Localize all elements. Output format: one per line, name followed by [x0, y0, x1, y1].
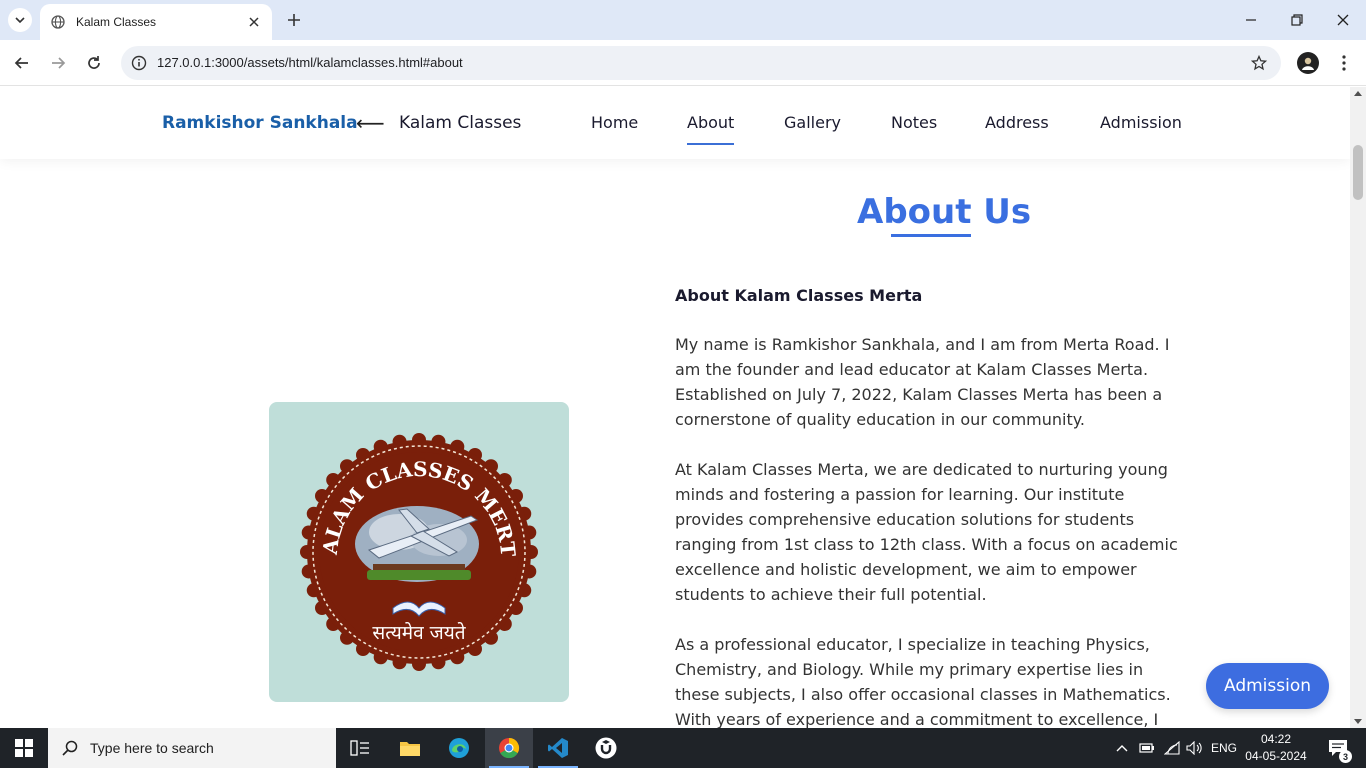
vscode-button[interactable]: [534, 728, 582, 768]
logo-card: KALAM CLASSES MERTA सत्यमेव जयते: [269, 402, 569, 702]
reload-button[interactable]: [82, 51, 106, 75]
url-text: 127.0.0.1:3000/assets/html/kalamclasses.…: [157, 55, 463, 70]
reload-icon: [88, 56, 100, 69]
globe-icon: [50, 14, 66, 30]
battery-icon: [1139, 743, 1154, 753]
task-view-icon: [350, 740, 369, 756]
section-title: About Us: [857, 192, 1032, 232]
close-icon: [1337, 14, 1349, 26]
about-paragraph: My name is Ramkishor Sankhala, and I am …: [675, 335, 1170, 429]
show-hidden-icons[interactable]: [1112, 728, 1132, 768]
plus-icon: [288, 14, 300, 26]
about-paragraph: As a professional educator, I specialize…: [675, 635, 1171, 728]
browser-tab[interactable]: Kalam Classes: [40, 4, 272, 40]
forward-button[interactable]: [46, 51, 70, 75]
scroll-thumb[interactable]: [1353, 145, 1363, 200]
tab-title: Kalam Classes: [76, 15, 157, 29]
browser-menu-button[interactable]: [1334, 51, 1354, 75]
scroll-down-arrow[interactable]: [1354, 719, 1362, 724]
nav-admission[interactable]: Admission: [1100, 113, 1182, 132]
nav-gallery[interactable]: Gallery: [784, 113, 841, 132]
minimize-button[interactable]: [1228, 0, 1274, 40]
wifi-icon: [1164, 741, 1180, 755]
title-underline: [891, 234, 971, 237]
site-info-icon[interactable]: [129, 53, 149, 73]
about-paragraph: At Kalam Classes Merta, we are dedicated…: [675, 460, 1178, 604]
admission-floating-button[interactable]: Admission: [1206, 663, 1329, 709]
windows-logo-icon: [15, 739, 33, 757]
clock-time: 04:22: [1260, 732, 1292, 746]
chrome-icon: [499, 737, 520, 759]
nav-home[interactable]: Home: [591, 113, 638, 132]
new-tab-button[interactable]: [282, 8, 306, 32]
nav-address[interactable]: Address: [985, 113, 1049, 132]
language-indicator[interactable]: ENG: [1208, 728, 1240, 768]
start-button[interactable]: [0, 728, 48, 768]
site-header: Ramkishor Sankhala ⟵ Kalam Classes Home …: [0, 87, 1350, 159]
taskbar-search[interactable]: Type here to search: [48, 728, 336, 768]
file-explorer-button[interactable]: [386, 728, 434, 768]
udemy-button[interactable]: [582, 728, 630, 768]
nav-notes[interactable]: Notes: [891, 113, 937, 132]
avatar-icon: [1302, 57, 1314, 70]
search-icon: [62, 740, 78, 756]
tab-search-button[interactable]: [8, 8, 32, 32]
chevron-up-icon: [1116, 745, 1128, 752]
more-vertical-icon: [1342, 55, 1346, 71]
network-tray[interactable]: [1161, 728, 1183, 768]
speaker-icon: [1186, 741, 1202, 755]
notification-count: 3: [1339, 750, 1352, 763]
chrome-button[interactable]: [485, 728, 533, 768]
arrow-left-icon: [14, 57, 28, 69]
clock[interactable]: 04:22 04-05-2024: [1240, 731, 1312, 765]
page-viewport: Ramkishor Sankhala ⟵ Kalam Classes Home …: [0, 87, 1350, 728]
address-bar[interactable]: 127.0.0.1:3000/assets/html/kalamclasses.…: [121, 46, 1281, 80]
vscode-icon: [548, 738, 568, 758]
kalam-classes-logo: KALAM CLASSES MERTA सत्यमेव जयते: [299, 432, 538, 671]
page-scrollbar[interactable]: [1350, 87, 1366, 728]
edge-button[interactable]: [435, 728, 483, 768]
bookmark-star-icon[interactable]: [1249, 53, 1269, 73]
about-heading: About Kalam Classes Merta: [675, 286, 923, 305]
close-tab-icon[interactable]: [246, 14, 262, 30]
brand-link[interactable]: Ramkishor Sankhala: [162, 113, 358, 133]
arrow-right-icon: [52, 57, 66, 69]
clock-date: 04-05-2024: [1245, 749, 1307, 763]
chevron-down-icon: [15, 17, 25, 24]
search-placeholder: Type here to search: [90, 740, 214, 756]
arrow-left-icon: ⟵: [356, 111, 385, 135]
restore-icon: [1291, 14, 1303, 26]
volume-tray[interactable]: [1184, 728, 1206, 768]
minimize-icon: [1246, 19, 1256, 21]
windows-taskbar: Type here to search ENG 04:22 04-05-2024…: [0, 728, 1366, 768]
profile-avatar[interactable]: [1297, 52, 1319, 74]
notification-center[interactable]: 3: [1318, 728, 1358, 768]
edge-icon: [449, 738, 469, 758]
back-button[interactable]: [10, 51, 34, 75]
browser-tab-strip: Kalam Classes: [0, 0, 1366, 40]
logo-motto-text: सत्यमेव जयते: [372, 621, 466, 644]
site-name[interactable]: Kalam Classes: [399, 113, 521, 133]
scroll-up-arrow[interactable]: [1354, 91, 1362, 96]
folder-icon: [400, 742, 420, 756]
task-view-button[interactable]: [336, 728, 384, 768]
restore-button[interactable]: [1274, 0, 1320, 40]
about-content: About Kalam Classes Merta My name is Ram…: [675, 286, 1187, 729]
battery-tray[interactable]: [1137, 728, 1157, 768]
close-window-button[interactable]: [1320, 0, 1366, 40]
udemy-icon: [595, 737, 617, 759]
nav-about[interactable]: About: [687, 113, 735, 145]
browser-toolbar: 127.0.0.1:3000/assets/html/kalamclasses.…: [0, 40, 1366, 86]
